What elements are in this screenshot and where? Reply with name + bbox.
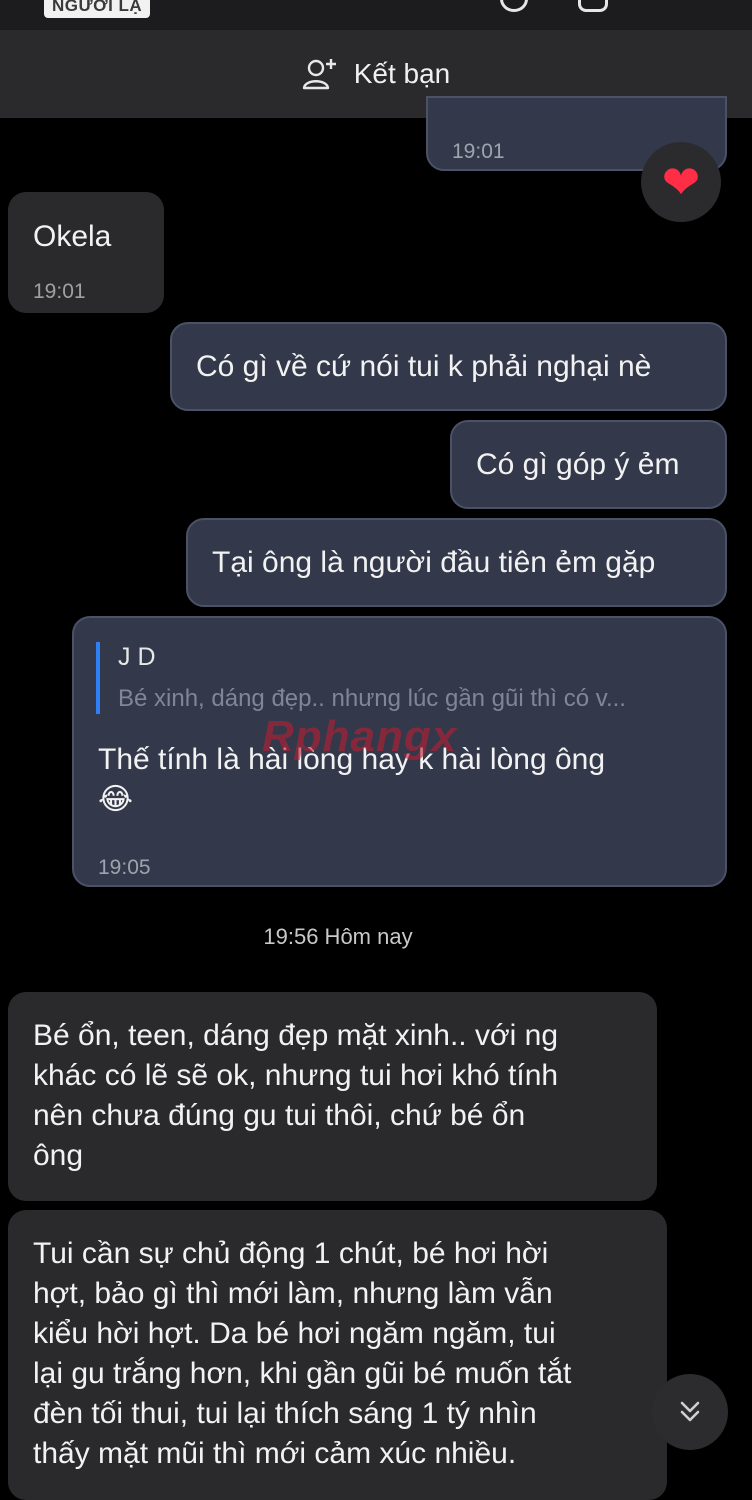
heart-reaction[interactable]: ❤ (641, 142, 721, 222)
message-text: Tui cần sự chủ động 1 chút, bé hơi hời h… (33, 1234, 571, 1474)
double-chevron-down-icon (680, 1401, 700, 1422)
message-text: Thế tính là hài lòng hay k hài lòng ông (98, 743, 606, 776)
quoted-message[interactable]: J D Bé xinh, dáng đẹp.. nhưng lúc gần gũ… (96, 642, 695, 714)
message-time: 19:05 (98, 856, 151, 879)
stranger-badge: NGƯỜI LẠ (44, 0, 151, 18)
message-line: kiểu hời hợt. Da bé hơi ngăm ngăm, tui (33, 1317, 556, 1350)
heart-icon: ❤ (661, 156, 701, 208)
message-line: Bé ổn, teen, dáng đẹp mặt xinh.. với ng (33, 1019, 559, 1052)
message-line: ông (33, 1139, 84, 1172)
message-line: thấy mặt mũi thì mới cảm xúc nhiều. (33, 1437, 517, 1470)
message-line: lại gu trắng hơn, khi gần gũi bé muốn tắ… (33, 1357, 572, 1390)
date-separator: 19:56 Hôm nay (263, 924, 413, 949)
message-bubble-reply[interactable]: J D Bé xinh, dáng đẹp.. nhưng lúc gần gũ… (72, 616, 727, 887)
video-call-icon[interactable] (578, 0, 608, 12)
message-text: Tại ông là người đầu tiên ẻm gặp (212, 546, 656, 579)
person-plus-icon (302, 59, 336, 90)
laughing-emoji: 😂 (98, 783, 134, 816)
message-text: Có gì góp ý ẻm (476, 448, 680, 481)
add-friend-label: Kết bạn (353, 58, 451, 89)
call-icon[interactable] (500, 0, 528, 12)
message-bubble-outgoing[interactable]: Tại ông là người đầu tiên ẻm gặp (186, 518, 727, 607)
message-bubble-incoming[interactable]: Okela 19:01 (8, 192, 164, 313)
message-bubble-incoming[interactable]: Tui cần sự chủ động 1 chút, bé hơi hời h… (8, 1210, 667, 1500)
message-line: Tui cần sự chủ động 1 chút, bé hơi hời (33, 1237, 549, 1270)
message-text: Có gì về cứ nói tui k phải nghại nè (196, 350, 652, 383)
scroll-to-bottom-button[interactable] (652, 1374, 728, 1450)
quoted-text: Bé xinh, dáng đẹp.. nhưng lúc gần gũi th… (118, 685, 626, 712)
message-time: 19:01 (452, 140, 505, 163)
message-bubble-outgoing[interactable]: Có gì góp ý ẻm (450, 420, 727, 509)
message-line: hợt, bảo gì thì mới làm, nhưng làm vẫn (33, 1277, 553, 1310)
message-time: 19:01 (33, 280, 86, 303)
top-status-bar: NGƯỜI LẠ (0, 0, 752, 30)
message-text: Okela (33, 220, 112, 253)
quoted-author: J D (118, 643, 156, 671)
message-bubble-outgoing[interactable]: Có gì về cứ nói tui k phải nghại nè (170, 322, 727, 411)
message-bubble-incoming[interactable]: Bé ổn, teen, dáng đẹp mặt xinh.. với ng … (8, 992, 657, 1201)
message-text: Bé ổn, teen, dáng đẹp mặt xinh.. với ng … (33, 1016, 558, 1176)
message-line: khác có lẽ sẽ ok, nhưng tui hơi khó tính (33, 1059, 559, 1092)
message-line: đèn tối thui, tui lại thích sáng 1 tý nh… (33, 1397, 537, 1430)
message-line: nên chưa đúng gu tui thôi, chứ bé ổn (33, 1099, 526, 1132)
